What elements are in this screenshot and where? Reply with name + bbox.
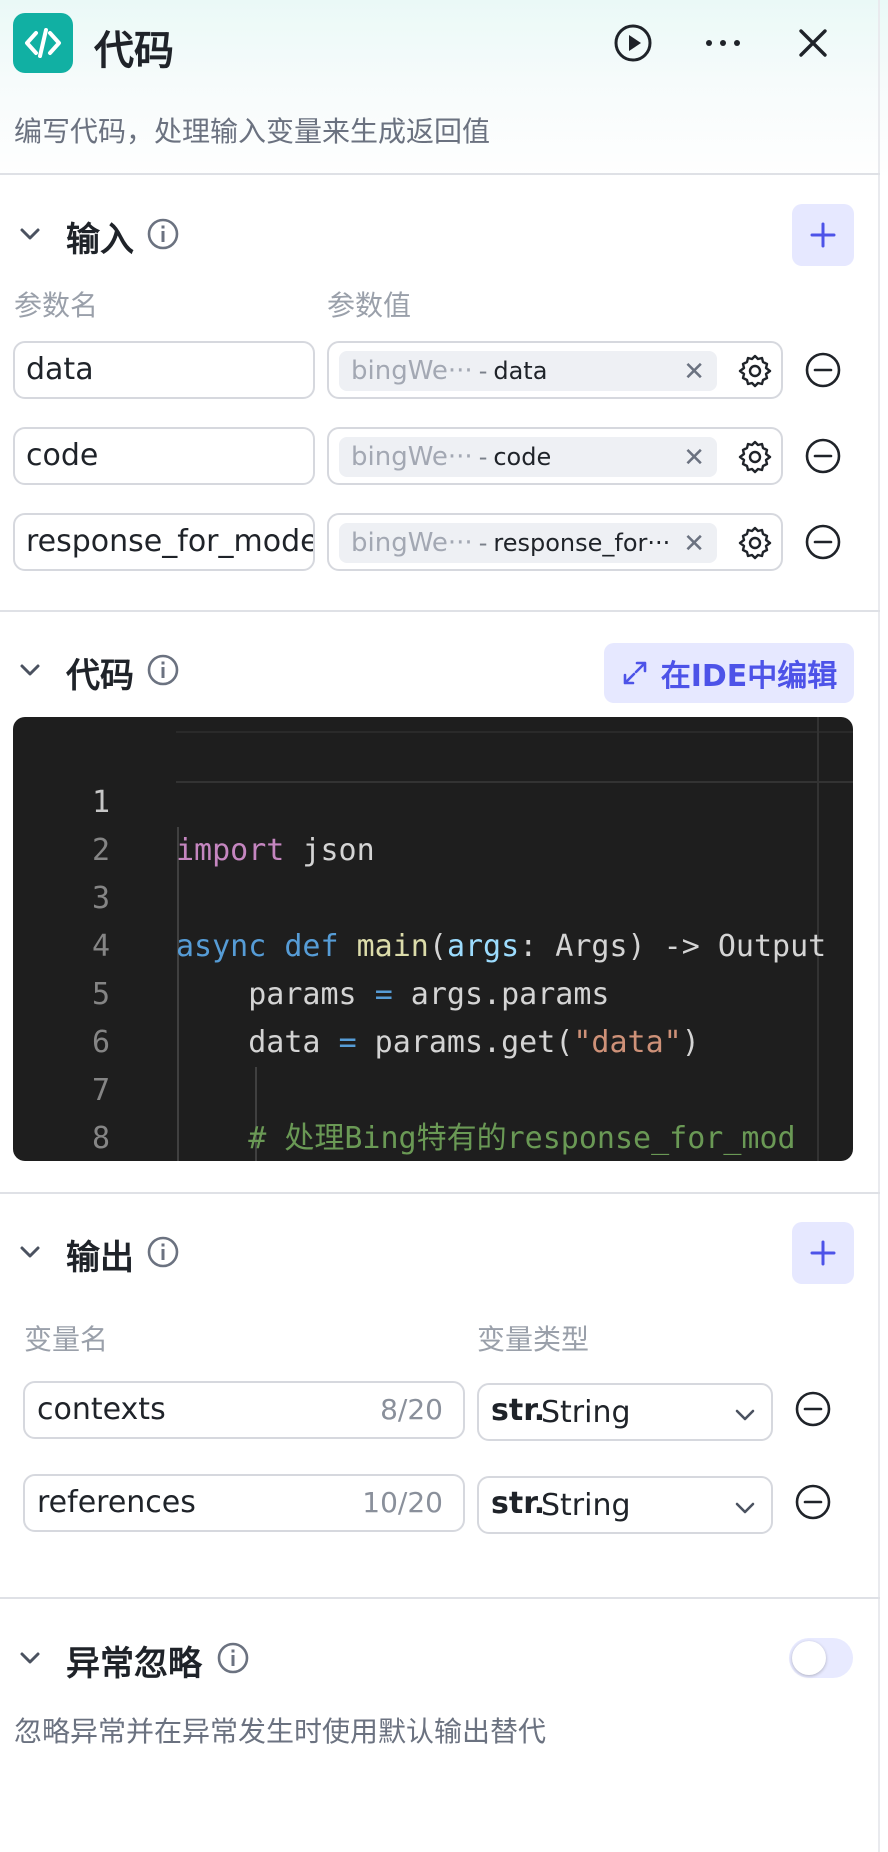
- char-counter: 8/20: [380, 1393, 443, 1426]
- var-name-column-label: 变量名: [24, 1323, 109, 1356]
- output-name-value: contexts: [37, 1392, 166, 1427]
- collapse-code-chevron-icon[interactable]: [16, 656, 44, 684]
- reference-variable: response_for···: [493, 529, 671, 557]
- char-counter: 10/20: [362, 1486, 443, 1519]
- reference-chip: bingWe··· - response_for··· ✕: [339, 523, 717, 563]
- chevron-down-icon: [735, 1502, 755, 1514]
- output-type-select[interactable]: str. String: [477, 1383, 773, 1441]
- type-value: String: [541, 1488, 631, 1523]
- output-section-header: 输出: [0, 1224, 880, 1280]
- divider: [0, 173, 880, 175]
- output-name-input[interactable]: contexts 8/20: [23, 1381, 465, 1439]
- code-line: 9 response_for_model_str = pa: [13, 1115, 853, 1161]
- toggle-knob: [792, 1641, 826, 1675]
- param-value-reference[interactable]: bingWe··· - data ✕: [327, 341, 783, 399]
- info-icon[interactable]: [146, 653, 180, 687]
- info-icon[interactable]: [146, 217, 180, 251]
- output-name-input[interactable]: references 10/20: [23, 1474, 465, 1532]
- collapse-exception-chevron-icon[interactable]: [16, 1644, 44, 1672]
- reference-variable: code: [493, 443, 552, 471]
- code-editor[interactable]: 1 import json 2 3 async def main(args: A…: [13, 717, 853, 1161]
- remove-output-button[interactable]: [794, 1390, 832, 1428]
- output-type-select[interactable]: str. String: [477, 1476, 773, 1534]
- param-name-input[interactable]: response_for_mode: [13, 513, 315, 571]
- gear-icon[interactable]: [737, 353, 773, 389]
- close-icon: [799, 29, 827, 57]
- code-line: 8 if not data:: [13, 1067, 853, 1156]
- expand-icon: [623, 661, 647, 685]
- code-line: 7 # 处理Bing特有的response_for_mod: [13, 1019, 853, 1156]
- reference-separator: -: [478, 443, 488, 471]
- reference-variable: data: [493, 357, 548, 385]
- add-output-button[interactable]: [792, 1222, 854, 1284]
- divider: [0, 1597, 880, 1599]
- param-value-reference[interactable]: bingWe··· - response_for··· ✕: [327, 513, 783, 571]
- input-section-header: 输入: [0, 206, 880, 262]
- remove-input-button[interactable]: [804, 351, 842, 389]
- info-icon[interactable]: [146, 1235, 180, 1269]
- exception-section-header: 异常忽略: [0, 1630, 600, 1686]
- edit-in-ide-button[interactable]: 在IDE中编辑: [604, 643, 854, 703]
- reference-source: bingWe···: [351, 356, 473, 386]
- panel-right-border: [878, 0, 880, 1852]
- param-value-column-label: 参数值: [327, 289, 412, 322]
- info-icon[interactable]: [216, 1641, 250, 1675]
- output-name-value: references: [37, 1485, 196, 1520]
- type-prefix: str.: [491, 1486, 546, 1521]
- play-icon: [614, 24, 652, 62]
- collapse-input-chevron-icon[interactable]: [16, 220, 44, 248]
- plus-icon: [810, 222, 836, 248]
- remove-output-button[interactable]: [794, 1483, 832, 1521]
- chevron-down-icon: [735, 1409, 755, 1421]
- more-button[interactable]: [698, 18, 748, 68]
- run-button[interactable]: [608, 18, 658, 68]
- add-input-button[interactable]: [792, 204, 854, 266]
- code-line: 2: [13, 779, 853, 868]
- clear-reference-icon[interactable]: ✕: [683, 529, 705, 559]
- reference-separator: -: [478, 529, 488, 557]
- remove-input-button[interactable]: [804, 523, 842, 561]
- code-line: 5 data = params.get("data"): [13, 923, 853, 1060]
- code-line: 3 async def main(args: Args) -> Output: [13, 827, 853, 964]
- reference-chip: bingWe··· - data ✕: [339, 351, 717, 391]
- code-line: 4 params = args.params: [13, 875, 853, 1012]
- code-node-icon: [13, 13, 73, 73]
- param-value-reference[interactable]: bingWe··· - code ✕: [327, 427, 783, 485]
- output-section-title: 输出: [66, 1238, 134, 1278]
- param-name-input[interactable]: code: [13, 427, 315, 485]
- close-button[interactable]: [788, 18, 838, 68]
- divider: [0, 1192, 880, 1194]
- input-section-title: 输入: [66, 220, 134, 260]
- type-value: String: [541, 1395, 631, 1430]
- var-type-column-label: 变量类型: [477, 1323, 590, 1356]
- edit-in-ide-label: 在IDE中编辑: [660, 659, 838, 694]
- reference-source: bingWe···: [351, 528, 473, 558]
- code-section-header: 代码: [0, 642, 600, 698]
- more-icon: [706, 40, 740, 46]
- exception-section-title: 异常忽略: [66, 1644, 202, 1684]
- page-title: 代码: [94, 28, 174, 74]
- gear-icon[interactable]: [737, 525, 773, 561]
- reference-chip: bingWe··· - code ✕: [339, 437, 717, 477]
- gear-icon[interactable]: [737, 439, 773, 475]
- clear-reference-icon[interactable]: ✕: [683, 357, 705, 387]
- divider: [0, 610, 880, 612]
- remove-input-button[interactable]: [804, 437, 842, 475]
- code-line: 1 import json: [13, 731, 853, 868]
- type-prefix: str.: [491, 1393, 546, 1428]
- plus-icon: [810, 1240, 836, 1266]
- reference-source: bingWe···: [351, 442, 473, 472]
- node-description: 编写代码，处理输入变量来生成返回值: [14, 115, 491, 148]
- reference-separator: -: [478, 357, 488, 385]
- ignore-exception-toggle[interactable]: [789, 1638, 853, 1678]
- param-name-input[interactable]: data: [13, 341, 315, 399]
- clear-reference-icon[interactable]: ✕: [683, 443, 705, 473]
- collapse-output-chevron-icon[interactable]: [16, 1238, 44, 1266]
- param-name-column-label: 参数名: [14, 289, 99, 322]
- code-section-title: 代码: [66, 656, 134, 696]
- code-line: 6: [13, 971, 853, 1060]
- exception-description: 忽略异常并在异常发生时使用默认输出替代: [14, 1715, 547, 1748]
